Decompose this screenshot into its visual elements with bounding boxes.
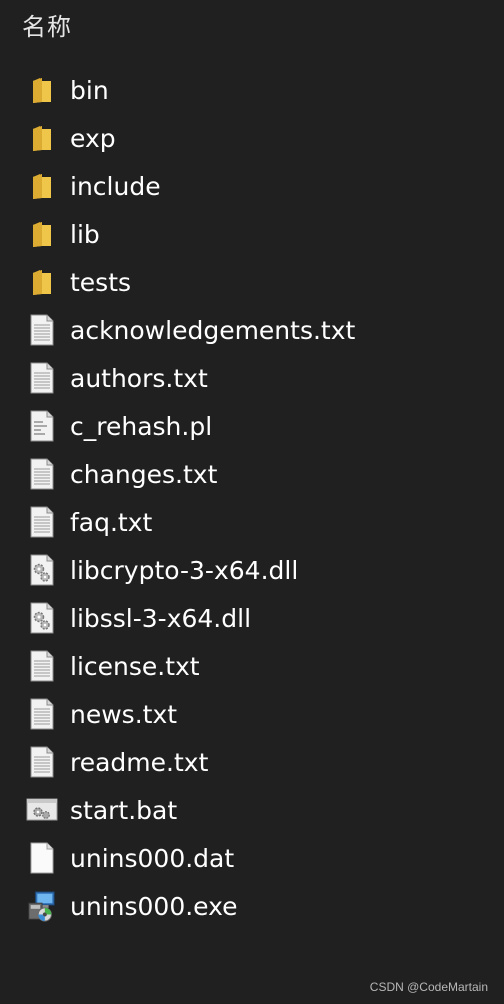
text-file-icon <box>26 458 58 490</box>
file-name: authors.txt <box>70 363 208 393</box>
file-name: include <box>70 171 161 201</box>
watermark: CSDN @CodeMartain <box>369 980 488 994</box>
file-row-bin[interactable]: bin <box>0 66 504 114</box>
dll-file-icon <box>26 602 58 634</box>
file-name: unins000.exe <box>70 891 238 921</box>
text-file-icon <box>26 746 58 778</box>
file-row-tests[interactable]: tests <box>0 258 504 306</box>
text-file-icon <box>26 650 58 682</box>
file-name: news.txt <box>70 699 178 729</box>
file-row-unins-exe[interactable]: unins000.exe <box>0 882 504 930</box>
file-name: c_rehash.pl <box>70 411 213 441</box>
folder-icon <box>26 122 58 154</box>
file-row-license[interactable]: license.txt <box>0 642 504 690</box>
file-row-exp[interactable]: exp <box>0 114 504 162</box>
column-header-name[interactable]: 名称 <box>22 6 72 42</box>
file-name: faq.txt <box>70 507 153 537</box>
script-file-icon <box>26 410 58 442</box>
text-file-icon <box>26 314 58 346</box>
file-name: bin <box>70 75 109 105</box>
installer-icon <box>26 890 58 922</box>
file-row-news[interactable]: news.txt <box>0 690 504 738</box>
file-name: libcrypto-3-x64.dll <box>70 555 299 585</box>
folder-icon <box>26 170 58 202</box>
file-name: tests <box>70 267 132 297</box>
text-file-icon <box>26 506 58 538</box>
file-row-lib[interactable]: lib <box>0 210 504 258</box>
batch-file-icon <box>26 794 58 826</box>
file-row-unins-dat[interactable]: unins000.dat <box>0 834 504 882</box>
file-list: bin exp include lib tests acknowledgemen… <box>0 66 504 930</box>
file-row-start-bat[interactable]: start.bat <box>0 786 504 834</box>
folder-icon <box>26 74 58 106</box>
dll-file-icon <box>26 554 58 586</box>
collapse-caret-icon: ⌃ <box>292 0 302 5</box>
file-name: changes.txt <box>70 459 218 489</box>
text-file-icon <box>26 698 58 730</box>
file-row-libcrypto[interactable]: libcrypto-3-x64.dll <box>0 546 504 594</box>
file-name: lib <box>70 219 100 249</box>
file-row-libssl[interactable]: libssl-3-x64.dll <box>0 594 504 642</box>
file-row-acknowledgements[interactable]: acknowledgements.txt <box>0 306 504 354</box>
file-row-readme[interactable]: readme.txt <box>0 738 504 786</box>
folder-icon <box>26 218 58 250</box>
file-name: readme.txt <box>70 747 209 777</box>
folder-icon <box>26 266 58 298</box>
file-name: unins000.dat <box>70 843 235 873</box>
file-row-include[interactable]: include <box>0 162 504 210</box>
file-name: exp <box>70 123 116 153</box>
text-file-icon <box>26 362 58 394</box>
blank-file-icon <box>26 842 58 874</box>
file-row-changes[interactable]: changes.txt <box>0 450 504 498</box>
file-name: libssl-3-x64.dll <box>70 603 252 633</box>
file-row-c-rehash[interactable]: c_rehash.pl <box>0 402 504 450</box>
column-header-label: 名称 <box>22 12 72 41</box>
file-name: license.txt <box>70 651 200 681</box>
file-row-faq[interactable]: faq.txt <box>0 498 504 546</box>
file-name: acknowledgements.txt <box>70 315 356 345</box>
file-name: start.bat <box>70 795 178 825</box>
file-row-authors[interactable]: authors.txt <box>0 354 504 402</box>
